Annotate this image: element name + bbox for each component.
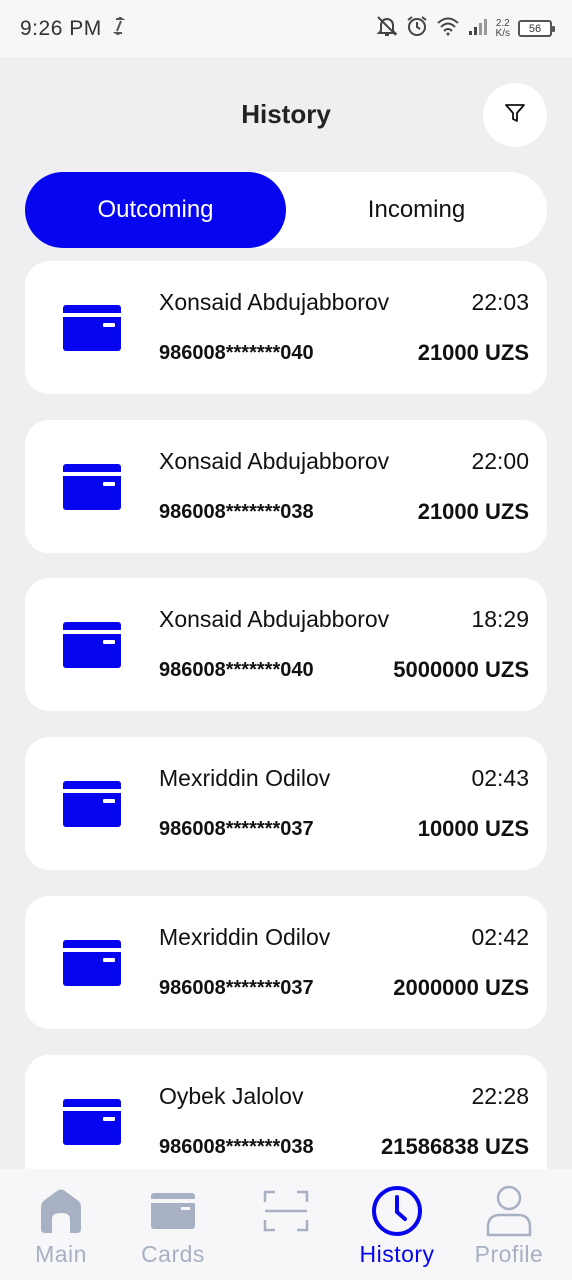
transaction-name: Xonsaid Abdujabborov [159, 606, 390, 632]
nav-main[interactable]: Main [4, 1169, 118, 1280]
credit-card-icon [63, 1099, 121, 1150]
transaction-item[interactable]: Xonsaid Abdujabborov 22:00 986008*******… [25, 420, 547, 553]
sync-icon [112, 16, 126, 40]
transaction-card-number: 986008*******037 [159, 818, 314, 840]
transaction-item[interactable]: Mexriddin Odilov 02:42 986008*******037 … [25, 896, 547, 1029]
transaction-amount: 21000 UZS [417, 499, 529, 524]
transaction-time: 22:28 [471, 1083, 529, 1109]
transaction-card-number: 986008*******040 [159, 659, 314, 681]
transaction-name: Mexriddin Odilov [159, 765, 331, 791]
transaction-card-number: 986008*******038 [159, 1136, 314, 1158]
transaction-amount: 2000000 UZS [393, 975, 529, 1000]
transaction-item[interactable]: Xonsaid Abdujabborov 22:03 986008*******… [25, 261, 547, 394]
status-bar: 9:26 PM 2.2 K/s 56 [0, 0, 572, 57]
transaction-card-number: 986008*******037 [159, 977, 314, 999]
nav-cards[interactable]: Cards [116, 1169, 230, 1280]
transaction-name: Xonsaid Abdujabborov [159, 289, 390, 315]
alarm-icon [406, 15, 428, 42]
credit-card-icon [63, 940, 121, 991]
transaction-name: Xonsaid Abdujabborov [159, 448, 390, 474]
transaction-amount: 21586838 UZS [381, 1134, 529, 1159]
nav-profile[interactable]: Profile [452, 1169, 566, 1280]
transaction-card-number: 986008*******038 [159, 501, 314, 523]
credit-card-icon [63, 464, 121, 515]
user-icon [486, 1185, 532, 1237]
transaction-time: 18:29 [471, 606, 529, 632]
transaction-time: 02:43 [471, 765, 529, 791]
transaction-item[interactable]: Oybek Jalolov 22:28 986008*******038 215… [25, 1055, 547, 1169]
tab-outcoming[interactable]: Outcoming [25, 172, 286, 248]
transaction-time: 22:00 [471, 448, 529, 474]
network-speed-unit: K/s [495, 27, 510, 39]
network-speed-value: 2.2 [495, 17, 510, 29]
nav-cards-label: Cards [141, 1241, 205, 1267]
transaction-name: Oybek Jalolov [159, 1083, 304, 1109]
header: History [0, 57, 572, 170]
transaction-time: 02:42 [471, 924, 529, 950]
home-icon [38, 1185, 84, 1237]
nav-history[interactable]: History [340, 1169, 454, 1280]
clock-icon [371, 1185, 423, 1237]
credit-card-icon [63, 305, 121, 356]
transaction-item[interactable]: Mexriddin Odilov 02:43 986008*******037 … [25, 737, 547, 870]
wallet-icon [151, 1185, 195, 1237]
filter-button[interactable] [483, 83, 547, 147]
transaction-card-number: 986008*******040 [159, 342, 314, 364]
transaction-time: 22:03 [471, 289, 529, 315]
bottom-nav: Main Cards History Profile [0, 1169, 572, 1280]
battery-icon: 56 [518, 20, 555, 37]
battery-level: 56 [528, 22, 542, 35]
transaction-name: Mexriddin Odilov [159, 924, 331, 950]
tab-incoming[interactable]: Incoming [286, 172, 547, 248]
direction-tabs: Outcoming Incoming [25, 172, 547, 248]
transaction-amount: 21000 UZS [417, 340, 529, 365]
transaction-item[interactable]: Xonsaid Abdujabborov 18:29 986008*******… [25, 578, 547, 711]
status-time: 9:26 PM [20, 16, 102, 40]
transaction-amount: 10000 UZS [417, 816, 529, 841]
signal-icon [468, 17, 488, 40]
credit-card-icon [63, 781, 121, 832]
transaction-list: Xonsaid Abdujabborov 22:03 986008*******… [25, 261, 547, 1169]
transaction-amount: 5000000 UZS [393, 657, 529, 682]
nav-main-label: Main [35, 1241, 87, 1267]
filter-icon [504, 102, 526, 129]
nav-history-label: History [359, 1241, 435, 1267]
nav-scan[interactable] [229, 1169, 343, 1280]
mute-notifications-icon [376, 15, 398, 42]
wifi-icon [436, 16, 460, 41]
credit-card-icon [63, 622, 121, 673]
network-speed: 2.2 K/s [495, 17, 510, 39]
scan-icon [263, 1185, 309, 1237]
nav-profile-label: Profile [474, 1241, 544, 1267]
